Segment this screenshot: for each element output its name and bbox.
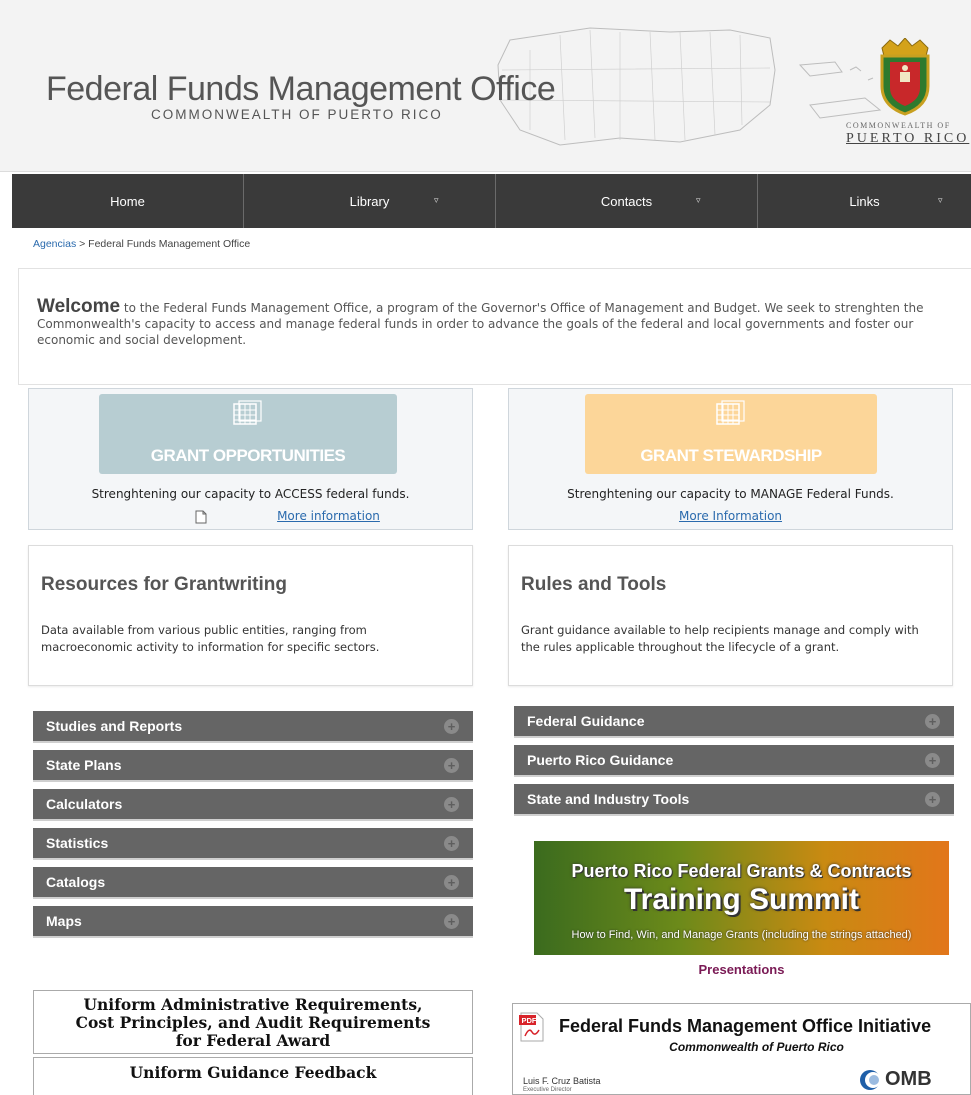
grant-stewardship-banner[interactable]: GRANT STEWARDSHIP	[585, 394, 877, 474]
site-title: Federal Funds Management Office	[46, 70, 556, 108]
grant-stewardship-more-link[interactable]: More Information	[509, 509, 952, 523]
breadcrumb-link-agencias[interactable]: Agencias	[33, 238, 76, 250]
accordion-statistics[interactable]: Statistics +	[33, 828, 473, 860]
rules-title: Rules and Tools	[521, 574, 667, 595]
accordion-studies-and-reports[interactable]: Studies and Reports +	[33, 711, 473, 743]
grant-stewardship-text: Strenghtening our capacity to MANAGE Fed…	[567, 487, 894, 501]
initiative-title: Federal Funds Management Office Initiati…	[559, 1016, 932, 1036]
main-navigation: Home Library ▿ Contacts ▿ Links ▿	[12, 174, 971, 228]
plus-icon: +	[444, 797, 459, 812]
accordion-puerto-rico-guidance[interactable]: Puerto Rico Guidance +	[514, 745, 954, 777]
chevron-down-icon: ▿	[938, 195, 943, 205]
omb-logo: OMB	[859, 1068, 932, 1091]
resources-title: Resources for Grantwriting	[41, 574, 287, 595]
initiative-subtitle: Commonwealth of Puerto Rico	[669, 1040, 844, 1054]
plus-icon: +	[925, 792, 940, 807]
nav-label-links: Links	[849, 193, 880, 209]
welcome-paragraph: Welcome to the Federal Funds Management …	[37, 296, 952, 348]
accordion-label: Catalogs	[46, 874, 106, 890]
omb-logo-icon	[860, 1069, 881, 1090]
calendar-icon	[716, 400, 745, 425]
plus-icon: +	[444, 875, 459, 890]
grant-opportunities-text: Strenghtening our capacity to ACCESS fed…	[91, 487, 410, 501]
accordion-state-plans[interactable]: State Plans +	[33, 750, 473, 782]
breadcrumb-separator: >	[76, 238, 89, 250]
seal-caption-top: COMMONWEALTH OF	[846, 121, 951, 130]
pdf-label: PDF	[522, 1016, 537, 1025]
accordion-label: Puerto Rico Guidance	[527, 752, 674, 768]
plus-icon: +	[925, 753, 940, 768]
resources-text: Data available from various public entit…	[41, 623, 380, 654]
grant-opportunities-label: GRANT OPPORTUNITIES	[150, 446, 346, 465]
nav-label-library: Library	[349, 193, 390, 209]
accordion-catalogs[interactable]: Catalogs +	[33, 867, 473, 899]
nav-item-contacts[interactable]: Contacts ▿	[496, 174, 758, 228]
uniform-guidance-feedback-box[interactable]: Uniform Guidance Feedback	[33, 1057, 473, 1095]
welcome-text: to the Federal Funds Management Office, …	[37, 301, 924, 347]
chevron-down-icon: ▿	[696, 195, 701, 205]
plus-icon: +	[444, 758, 459, 773]
plus-icon: +	[444, 836, 459, 851]
resources-grantwriting-panel: Resources for Grantwriting Data availabl…	[28, 545, 473, 686]
accordion-label: State and Industry Tools	[527, 791, 690, 807]
grant-stewardship-card: GRANT STEWARDSHIP Strenghtening our capa…	[508, 388, 953, 530]
accordion-label: Federal Guidance	[527, 713, 645, 729]
welcome-lead: Welcome	[37, 296, 121, 317]
accordion-label: Statistics	[46, 835, 109, 851]
plus-icon: +	[444, 719, 459, 734]
accordion-label: Studies and Reports	[46, 718, 183, 734]
nav-item-library[interactable]: Library ▿	[244, 174, 496, 228]
plus-icon: +	[925, 714, 940, 729]
accordion-label: Maps	[46, 913, 82, 929]
plus-icon: +	[444, 914, 459, 929]
breadcrumb-current: Federal Funds Management Office	[88, 238, 251, 250]
rules-tools-panel: Rules and Tools Grant guidance available…	[508, 545, 953, 686]
initiative-person-role: Executive Director	[523, 1087, 572, 1093]
chevron-down-icon: ▿	[434, 195, 439, 205]
accordion-label: State Plans	[46, 757, 122, 773]
accordion-state-and-industry-tools[interactable]: State and Industry Tools +	[514, 784, 954, 816]
accordion-label: Calculators	[46, 796, 123, 812]
accordion-calculators[interactable]: Calculators +	[33, 789, 473, 821]
initiative-person-name: Luis F. Cruz Batista	[523, 1076, 601, 1086]
ffmo-initiative-document[interactable]: PDF Federal Funds Management Office Init…	[512, 1003, 971, 1095]
grant-opportunities-more-link[interactable]: More information	[107, 509, 550, 523]
site-subtitle: COMMONWEALTH OF PUERTO RICO	[151, 107, 443, 122]
nav-label-home: Home	[110, 193, 145, 209]
omb-logo-text: OMB	[885, 1068, 932, 1090]
site-header: Federal Funds Management Office COMMONWE…	[0, 0, 971, 172]
accordion-maps[interactable]: Maps +	[33, 906, 473, 938]
breadcrumb: Agencias > Federal Funds Management Offi…	[33, 238, 250, 250]
grant-opportunities-banner[interactable]: GRANT OPPORTUNITIES	[99, 394, 397, 474]
grant-opportunities-card: GRANT OPPORTUNITIES Strenghtening our ca…	[28, 388, 473, 530]
seal-caption-bottom: PUERTO RICO	[846, 131, 970, 146]
rules-text: Grant guidance available to help recipie…	[521, 623, 919, 654]
summit-line-3: How to Find, Win, and Manage Grants (inc…	[571, 929, 912, 941]
accordion-federal-guidance[interactable]: Federal Guidance +	[514, 706, 954, 738]
summit-line-1: Puerto Rico Federal Grants & Contracts	[571, 861, 912, 881]
commonwealth-seal-icon	[880, 38, 930, 116]
nav-item-links[interactable]: Links ▿	[758, 174, 971, 228]
grant-stewardship-label: GRANT STEWARDSHIP	[640, 446, 822, 465]
summit-line-2: Training Summit	[623, 883, 860, 916]
calendar-icon	[233, 400, 262, 425]
pdf-icon: PDF	[519, 1012, 544, 1042]
welcome-panel: Welcome to the Federal Funds Management …	[18, 268, 971, 385]
training-summit-banner[interactable]: Puerto Rico Federal Grants & Contracts T…	[534, 841, 949, 955]
nav-item-home[interactable]: Home	[12, 174, 244, 228]
nav-label-contacts: Contacts	[600, 193, 653, 209]
uniform-requirements-box[interactable]: Uniform Administrative Requirements, Cos…	[33, 990, 473, 1054]
presentations-link[interactable]: Presentations	[534, 962, 949, 977]
